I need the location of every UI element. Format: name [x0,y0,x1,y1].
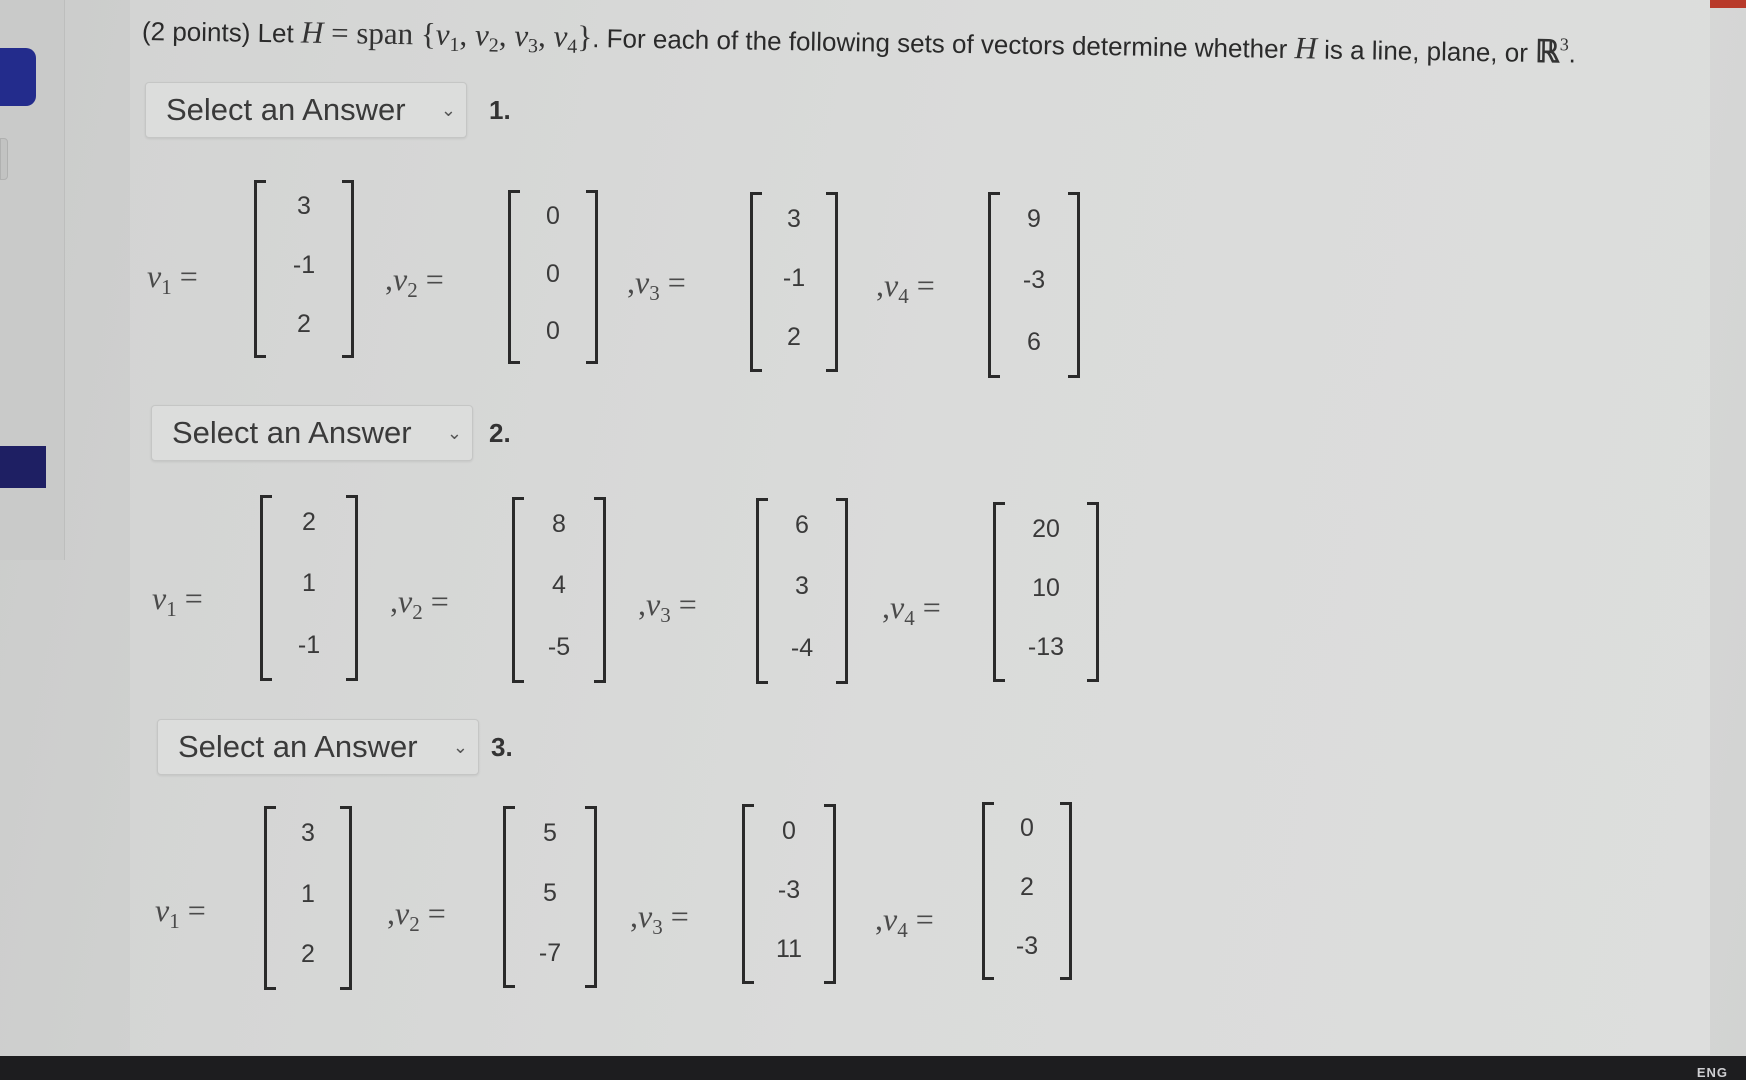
vector-label-1-3: ,v3 = [627,264,686,305]
vector-entry: -3 [1022,266,1046,295]
vector-entry: -3 [777,876,801,904]
vector-label-3-4: ,v4 = [875,901,934,942]
vector-entry: 2 [302,508,316,537]
vector-entry: 3 [795,572,809,601]
vector-matrix-3-4: 0 2 -3 [982,802,1072,980]
vector-entry: 0 [1020,814,1034,843]
vector-entry: 1 [301,879,315,908]
vector-matrix-1-4: 9 -3 6 [988,192,1080,378]
vector-label-2-1: v1 = [152,580,203,621]
answer-select-3-value: Select an Answer [178,729,418,764]
prompt-suffix-2: is a line, plane, or [1316,34,1536,68]
vector-entry: 1 [302,569,316,598]
answer-select-1[interactable]: Select an Answer ⌄ [145,82,467,138]
answer-select-2-value: Select an Answer [172,415,412,450]
answer-select-1-value: Select an Answer [166,92,406,127]
chevron-down-icon: ⌄ [446,423,462,443]
chevron-down-icon: ⌄ [452,737,468,757]
vector-label-1-4: ,v4 = [876,267,935,308]
vector-entry: 8 [552,510,566,539]
vector-entry: 5 [543,878,557,907]
vector-entry: 2 [301,940,315,969]
answer-select-2[interactable]: Select an Answer ⌄ [151,405,473,461]
vector-entry: -1 [297,630,321,659]
part-number-3: 3. [491,732,513,762]
vector-entry: 0 [546,259,560,288]
part-number-2: 2. [489,418,511,448]
vector-label-2-3: ,v3 = [638,586,697,627]
taskbar: ENG [0,1056,1746,1080]
vector-entry: -13 [1027,633,1065,662]
vector-label-1-1: v1 = [147,258,198,299]
vector-entry: 3 [297,192,311,221]
vector-entry: 0 [546,202,560,231]
vector-entry: 4 [552,571,566,600]
vector-entry: -7 [538,938,562,967]
vector-matrix-1-2: 0 0 0 [508,190,598,364]
prompt-math-span: H = span {v1, v2, v3, v4} [300,14,593,58]
vector-matrix-2-1: 2 1 -1 [260,495,358,681]
vector-matrix-1-3: 3 -1 2 [750,192,838,372]
vector-matrix-3-1: 3 1 2 [264,806,352,990]
sidebar-button-secondary[interactable] [0,446,46,488]
vector-entry: 0 [546,317,560,346]
vector-entry: -1 [782,264,806,292]
vector-entry: 6 [795,511,809,540]
part-number-1: 1. [489,95,511,125]
vector-label-3-2: ,v2 = [387,895,446,936]
vector-entry: 0 [782,816,796,845]
vector-matrix-3-2: 5 5 -7 [503,806,597,988]
vector-entry: 2 [297,309,311,338]
vector-entry: 11 [776,935,802,964]
vector-entry: 5 [543,818,557,847]
left-sidebar [0,0,65,560]
prompt-math-r3: ℝ3 [1534,33,1569,70]
vector-entry: 2 [1020,873,1034,902]
vector-matrix-2-2: 8 4 -5 [512,497,606,683]
vector-matrix-2-3: 6 3 -4 [756,498,848,684]
language-indicator[interactable]: ENG [1697,1065,1728,1080]
vector-matrix-2-4: 20 10 -13 [993,502,1099,682]
vector-label-3-1: v1 = [155,892,206,933]
vector-entry: 2 [787,323,801,352]
prompt-end: . [1568,38,1577,69]
sidebar-scroll-handle[interactable] [0,138,8,180]
vector-entry: 3 [787,204,801,233]
vector-label-3-3: ,v3 = [630,898,689,939]
vector-entry: 10 [1032,574,1060,602]
question-panel [130,0,1710,1055]
vector-label-2-4: ,v4 = [882,589,941,630]
vector-label-2-2: ,v2 = [390,583,449,624]
chevron-down-icon: ⌄ [440,100,456,120]
vector-matrix-3-3: 0 -3 11 [742,804,836,984]
vector-entry: -4 [790,633,814,662]
vector-entry: 3 [301,818,315,847]
sidebar-button-primary[interactable] [0,48,36,106]
vector-entry: 6 [1027,327,1041,356]
prompt-suffix: . For each of the following sets of vect… [592,23,1295,65]
screen: (2 points) Let H = span {v1, v2, v3, v4}… [0,0,1746,1080]
vector-entry: -1 [292,251,316,280]
vector-matrix-1-1: 3 -1 2 [254,180,354,358]
vector-entry: 9 [1027,205,1041,234]
vector-entry: 20 [1032,514,1060,543]
answer-select-3[interactable]: Select an Answer ⌄ [157,719,479,775]
prompt-prefix: (2 points) Let [141,16,302,49]
vector-label-1-2: ,v2 = [385,261,444,302]
vector-entry: -5 [547,632,571,661]
vector-entry: -3 [1015,931,1039,960]
prompt-math-h: H [1294,30,1318,66]
